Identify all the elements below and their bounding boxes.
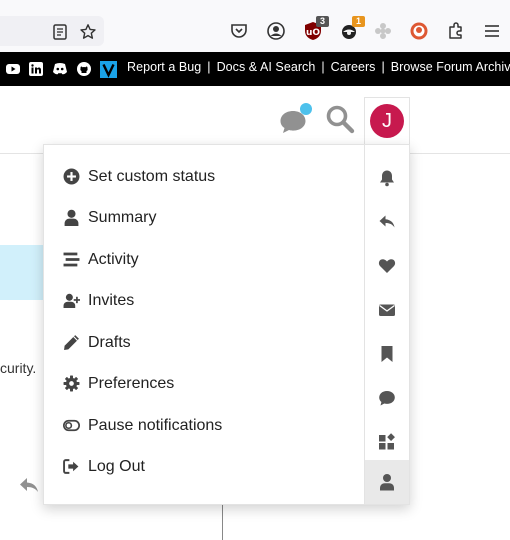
menu-item-set-custom-status[interactable]: Set custom status	[44, 157, 364, 197]
extension-badge: 1	[352, 16, 365, 27]
user-menu-panel: Set custom status Summary Activity Invit…	[43, 144, 410, 505]
chat-unread-indicator	[300, 103, 312, 115]
menu-item-invites[interactable]: Invites	[44, 281, 364, 321]
search-icon[interactable]	[325, 104, 355, 134]
menu-item-label: Preferences	[88, 375, 175, 392]
site-links-bar: Report a Bug | Docs & AI Search | Careers | Br…	[0, 52, 510, 86]
link-docs-ai-search[interactable]: Docs & AI Search	[217, 60, 316, 74]
menu-item-label: Drafts	[88, 334, 131, 351]
menu-item-label: Pause notifications	[88, 417, 223, 434]
envelope-icon	[379, 304, 395, 316]
cog-icon	[63, 375, 80, 392]
link-separator: |	[321, 60, 325, 74]
discord-icon[interactable]	[52, 62, 68, 76]
timeline-line	[222, 500, 223, 540]
ublock-extension-icon[interactable]: uO 3	[303, 16, 329, 41]
link-careers[interactable]: Careers	[331, 60, 376, 74]
youtube-icon[interactable]	[6, 62, 20, 76]
menu-item-label: Activity	[88, 251, 139, 268]
menu-item-log-out[interactable]: Log Out	[44, 447, 364, 487]
link-separator: |	[381, 60, 385, 74]
tab-messages[interactable]	[365, 288, 409, 332]
plus-circle-icon	[63, 168, 80, 185]
extensions-puzzle-icon[interactable]	[446, 21, 466, 41]
chat-bubble-icon	[379, 391, 395, 406]
user-plus-icon	[63, 293, 80, 308]
widgets-icon	[379, 433, 395, 450]
url-bar[interactable]	[0, 16, 104, 46]
user-icon	[64, 209, 79, 226]
toggle-off-icon	[63, 419, 80, 432]
ublock-badge: 3	[316, 16, 329, 27]
background-post-text: curity.	[0, 360, 37, 376]
link-report-bug[interactable]: Report a Bug	[127, 60, 201, 74]
menu-item-pause-notifications[interactable]: Pause notifications	[44, 406, 364, 446]
link-browse-forum-archive[interactable]: Browse Forum Archive	[391, 60, 510, 74]
user-icon	[380, 474, 394, 491]
tab-chat[interactable]	[365, 376, 409, 420]
user-menu-list: Set custom status Summary Activity Invit…	[44, 145, 364, 504]
tab-likes[interactable]	[365, 244, 409, 288]
svg-text:uO: uO	[306, 28, 320, 38]
tab-profile[interactable]	[365, 460, 409, 504]
user-menu-button[interactable]: J	[364, 97, 410, 146]
chat-icon[interactable]	[279, 103, 313, 135]
menu-item-drafts[interactable]: Drafts	[44, 323, 364, 363]
stream-icon	[63, 252, 80, 267]
menu-item-summary[interactable]: Summary	[44, 198, 364, 238]
menu-item-label: Set custom status	[88, 168, 216, 185]
github-icon[interactable]	[77, 62, 91, 76]
avatar[interactable]: J	[370, 104, 404, 138]
browser-toolbar: uO 3 1	[0, 0, 510, 52]
link-separator: |	[207, 60, 211, 74]
bell-icon	[380, 170, 394, 187]
menu-item-label: Log Out	[88, 458, 145, 475]
menu-item-activity[interactable]: Activity	[44, 240, 364, 280]
extension-icon[interactable]: 1	[339, 16, 365, 41]
reply-icon[interactable]	[18, 475, 40, 495]
tab-other-notifications[interactable]	[365, 420, 409, 464]
menu-item-preferences[interactable]: Preferences	[44, 364, 364, 404]
pencil-icon	[64, 335, 79, 350]
tab-notifications[interactable]	[365, 156, 409, 200]
heart-icon	[378, 259, 396, 273]
hamburger-menu-icon[interactable]	[482, 21, 502, 41]
site-links: Report a Bug | Docs & AI Search | Careers | Br…	[127, 52, 510, 86]
reply-icon	[379, 215, 395, 228]
tab-bookmarks[interactable]	[365, 332, 409, 376]
v-logo-icon[interactable]	[100, 61, 117, 78]
linkedin-icon[interactable]	[29, 62, 43, 76]
account-icon[interactable]	[266, 21, 286, 41]
puzzle-grey-icon[interactable]	[373, 21, 393, 41]
pocket-icon[interactable]	[229, 21, 249, 41]
sign-out-icon	[63, 459, 79, 474]
tab-replies[interactable]	[365, 200, 409, 244]
menu-item-label: Summary	[88, 209, 157, 226]
bookmark-icon	[381, 346, 393, 362]
duckduckgo-icon[interactable]	[409, 21, 429, 41]
reader-view-icon[interactable]	[51, 23, 69, 41]
menu-item-label: Invites	[88, 292, 135, 309]
user-menu-tabs	[364, 145, 409, 504]
bookmark-star-icon[interactable]	[79, 23, 97, 41]
